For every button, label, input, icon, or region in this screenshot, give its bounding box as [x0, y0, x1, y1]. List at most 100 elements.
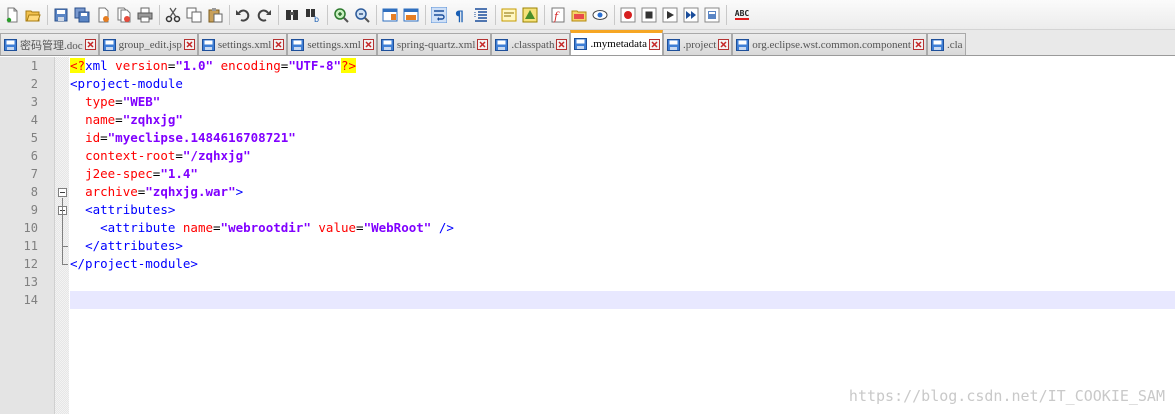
redo-button[interactable] — [255, 6, 273, 24]
tab-1[interactable]: group_edit.jsp — [98, 33, 198, 55]
syntax-token: xml — [85, 58, 116, 73]
tab-0[interactable]: 密码管理.doc — [0, 33, 99, 55]
close-icon[interactable] — [912, 39, 924, 50]
replace-icon: b — [306, 8, 319, 23]
copy-button[interactable] — [185, 6, 203, 24]
tab-7[interactable]: .project — [662, 33, 733, 55]
tab-label: .project — [682, 38, 717, 51]
close-icon[interactable] — [648, 38, 660, 50]
word-wrap-button[interactable] — [430, 6, 448, 24]
folder-workspace-button[interactable] — [570, 6, 588, 24]
open-file-button[interactable] — [24, 6, 42, 24]
watermark: https://blog.csdn.net/IT_COOKIE_SAM — [848, 387, 1165, 405]
sync-vertical-button[interactable] — [381, 6, 399, 24]
code-editor[interactable]: 1 <?xml version="1.0" encoding="UTF-8"?> 2… — [0, 57, 1175, 414]
code-line[interactable]: 4 name="zqhxjg" — [0, 111, 1175, 129]
document-map-button[interactable] — [521, 6, 539, 24]
close-icon[interactable] — [718, 39, 730, 50]
undo-button[interactable] — [234, 6, 252, 24]
cut-button[interactable] — [164, 6, 182, 24]
show-all-chars-button[interactable]: ¶ — [451, 6, 469, 24]
run-macro-multiple-button[interactable] — [682, 6, 700, 24]
close-icon[interactable] — [477, 39, 489, 50]
line-number: 5 — [30, 131, 38, 145]
close-button[interactable] — [94, 6, 112, 24]
new-file-button[interactable] — [3, 6, 21, 24]
zoom-in-button[interactable] — [332, 6, 350, 24]
save-macro-button[interactable] — [703, 6, 721, 24]
sync-vertical-icon — [382, 8, 398, 21]
spell-check-button[interactable]: ABC — [731, 6, 753, 24]
code-line[interactable]: 6 context-root="/zqhxjg" — [0, 147, 1175, 165]
code-text: <attributes> — [70, 201, 1175, 219]
code-line[interactable]: 3 type="WEB" — [0, 93, 1175, 111]
save-all-button[interactable] — [73, 6, 91, 24]
syntax-token: ?> — [341, 58, 357, 73]
tab-2[interactable]: settings.xml — [197, 33, 288, 55]
code-line[interactable]: 9 <attributes> — [0, 201, 1175, 219]
tab-9[interactable]: .cla — [926, 33, 966, 55]
tab-5[interactable]: .classpath — [491, 33, 571, 55]
close-icon[interactable] — [273, 39, 285, 50]
code-text: </attributes> — [70, 237, 1175, 255]
code-line[interactable]: 7 j2ee-spec="1.4" — [0, 165, 1175, 183]
close-all-icon — [117, 7, 131, 22]
play-macro-button[interactable] — [661, 6, 679, 24]
line-number: 13 — [23, 275, 38, 289]
code-line[interactable]: 8 archive="zqhxjg.war"> — [0, 183, 1175, 201]
record-macro-button[interactable] — [619, 6, 637, 24]
tab-8[interactable]: org.eclipse.wst.common.component — [732, 33, 927, 55]
tab-3[interactable]: settings.xml — [287, 33, 377, 55]
tab-6[interactable]: .mymetadata — [570, 30, 663, 55]
syntax-token: /> — [431, 220, 454, 235]
close-icon[interactable] — [556, 39, 568, 50]
stop-macro-button[interactable] — [640, 6, 658, 24]
syntax-token: = — [213, 220, 221, 235]
line-number: 8 — [30, 185, 38, 199]
tab-4[interactable]: spring-quartz.xml — [376, 33, 492, 55]
code-line[interactable]: 12 </project-module> — [0, 255, 1175, 273]
close-all-button[interactable] — [115, 6, 133, 24]
code-line[interactable]: 1 <?xml version="1.0" encoding="UTF-8"?> — [0, 57, 1175, 75]
undo-icon — [236, 9, 250, 22]
syntax-token: = — [356, 220, 364, 235]
code-line[interactable]: 5 id="myeclipse.1484616708721" — [0, 129, 1175, 147]
zoom-out-button[interactable] — [353, 6, 371, 24]
print-button[interactable] — [136, 6, 154, 24]
user-language-button[interactable] — [500, 6, 518, 24]
code-text: name="zqhxjg" — [70, 111, 1175, 129]
folder-workspace-icon — [571, 10, 587, 21]
monitor-button[interactable] — [591, 6, 609, 24]
close-icon[interactable] — [183, 39, 195, 50]
code-line[interactable]: 2 <project-module — [0, 75, 1175, 93]
close-icon[interactable] — [84, 39, 96, 50]
indent-guide-button[interactable] — [472, 6, 490, 24]
replace-button[interactable]: b — [304, 6, 322, 24]
line-number: 6 — [30, 149, 38, 163]
paste-button[interactable] — [206, 6, 224, 24]
code-line[interactable]: 14 — [0, 291, 1175, 309]
code-line[interactable]: 10 <attribute name="webrootdir" value="W… — [0, 219, 1175, 237]
save-button[interactable] — [52, 6, 70, 24]
tab-label: settings.xml — [307, 38, 361, 51]
syntax-token: <project-module — [70, 76, 183, 91]
spell-check-icon: ABC — [734, 9, 750, 20]
syntax-token: "1.0" — [175, 58, 214, 73]
toolbar-separator — [425, 4, 426, 25]
find-button[interactable] — [283, 6, 301, 24]
function-list-button[interactable]: f — [549, 6, 567, 24]
sync-horizontal-button[interactable] — [402, 6, 420, 24]
syntax-token — [70, 130, 85, 145]
code-line[interactable]: 11 </attributes> — [0, 237, 1175, 255]
word-wrap-icon — [431, 6, 447, 23]
syntax-token: encoding — [220, 58, 281, 73]
syntax-token — [70, 166, 85, 181]
save-icon — [201, 38, 215, 51]
code-text: j2ee-spec="1.4" — [70, 165, 1175, 183]
syntax-token: archive — [85, 184, 138, 199]
code-line[interactable]: 13 — [0, 273, 1175, 291]
toolbar-separator — [47, 4, 48, 25]
tab-label: 密码管理.doc — [20, 39, 83, 52]
close-icon[interactable] — [362, 39, 374, 50]
toolbar-separator — [327, 4, 328, 25]
